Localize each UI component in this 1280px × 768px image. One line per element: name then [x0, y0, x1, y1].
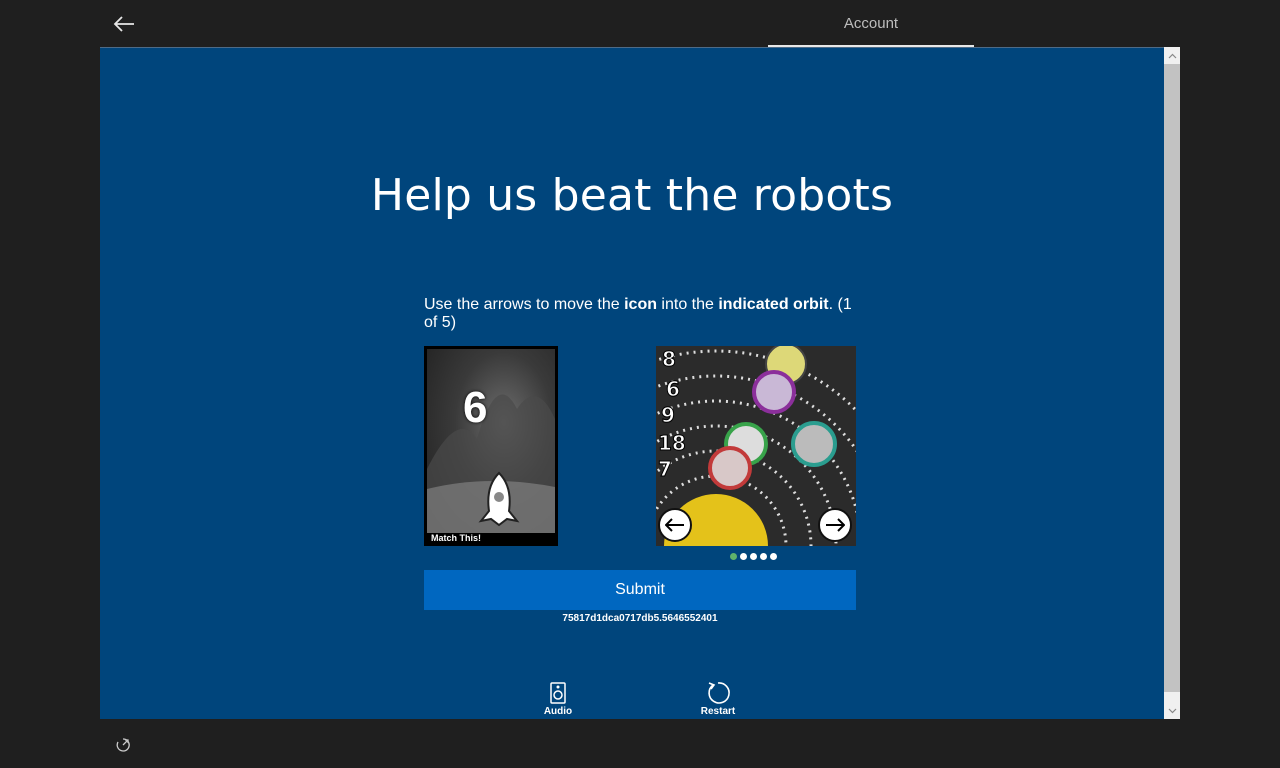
- accessibility-icon: [116, 738, 130, 752]
- restart-button[interactable]: Restart: [688, 680, 748, 720]
- orbit-puzzle[interactable]: 8 6 9 18 7: [656, 346, 856, 546]
- tab-account-label: Account: [843, 15, 899, 32]
- pager-dot: [770, 553, 777, 560]
- top-bar: Account: [0, 0, 1280, 47]
- audio-label: Audio: [543, 706, 573, 717]
- pager-dots: [730, 553, 777, 560]
- restart-label: Restart: [700, 706, 736, 717]
- back-button[interactable]: [108, 9, 140, 39]
- arrow-left-icon: [113, 16, 134, 32]
- scroll-up-button[interactable]: [1164, 47, 1180, 64]
- arrow-right-icon: [826, 518, 845, 532]
- session-id: 75817d1dca0717db5.5646552401: [562, 613, 718, 624]
- ease-of-access-button[interactable]: [114, 736, 134, 756]
- chevron-down-icon: [1168, 708, 1176, 713]
- orbit-label: 18: [658, 431, 686, 455]
- rocket-icon: [478, 471, 520, 527]
- chevron-up-icon: [1168, 53, 1176, 58]
- orbit-label: 9: [661, 403, 675, 427]
- pager-dot: [740, 553, 747, 560]
- restart-icon: [708, 682, 730, 704]
- orbit-label: 7: [658, 457, 672, 481]
- captcha-instructions: Use the arrows to move the icon into the…: [424, 296, 852, 331]
- match-image: 6: [427, 349, 555, 533]
- pager-dot: [760, 553, 767, 560]
- audio-button[interactable]: Audio: [528, 680, 588, 720]
- scroll-down-button[interactable]: [1164, 702, 1180, 719]
- target-orbit-number: 6: [463, 383, 488, 432]
- pager-dot: [750, 553, 757, 560]
- next-orbit-button[interactable]: [818, 508, 852, 542]
- submit-button[interactable]: Submit: [424, 570, 856, 610]
- vertical-scrollbar[interactable]: [1164, 47, 1180, 719]
- tab-account[interactable]: Account: [768, 0, 974, 47]
- orbit-label: 6: [666, 377, 680, 401]
- page-title: Help us beat the robots: [370, 170, 894, 221]
- match-label: Match This!: [431, 533, 482, 543]
- pager-dot-active: [730, 553, 737, 560]
- orbit-label: 8: [662, 347, 676, 371]
- scroll-thumb[interactable]: [1164, 64, 1180, 692]
- match-card: 6 Match This!: [424, 346, 558, 546]
- prev-orbit-button[interactable]: [658, 508, 692, 542]
- speaker-icon: [550, 682, 566, 704]
- arrow-left-icon: [665, 518, 684, 532]
